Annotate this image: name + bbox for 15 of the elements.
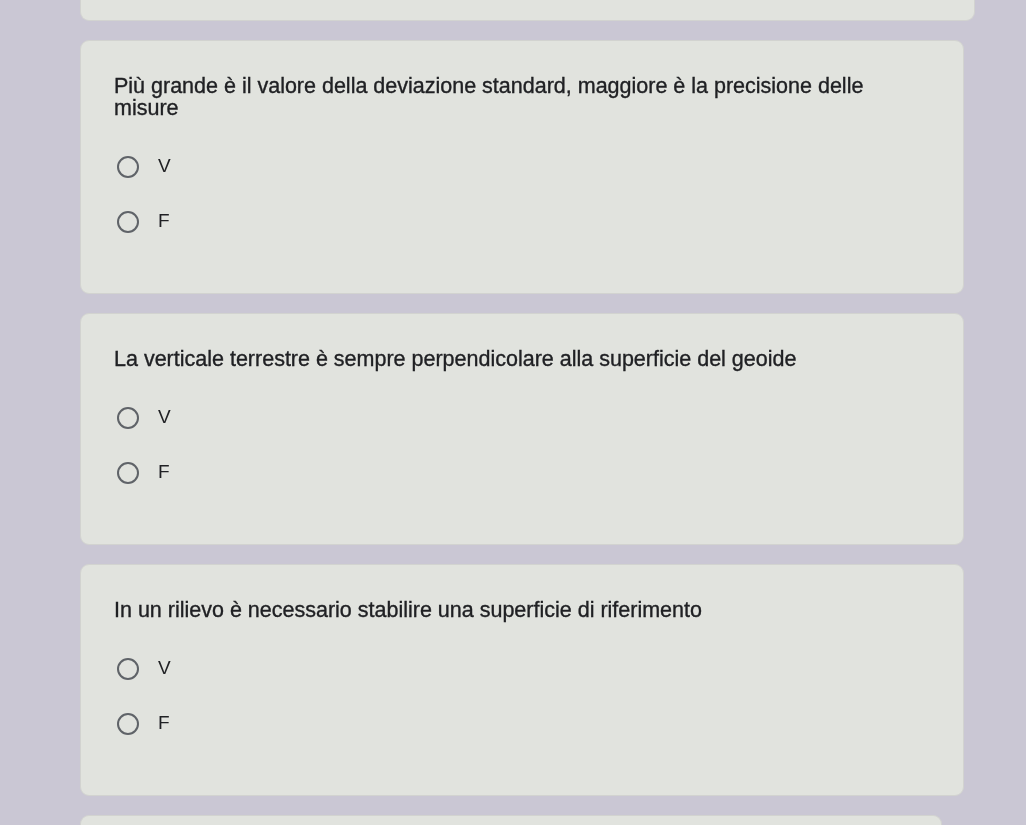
radio-button[interactable]	[117, 155, 139, 178]
question-text: La verticale terrestre è sempre perpendicolare alla superficie del geoide	[114, 348, 798, 370]
option-label[interactable]: F	[158, 207, 170, 236]
option-label[interactable]: V	[158, 654, 171, 683]
option-label[interactable]: F	[158, 458, 170, 487]
radio-button[interactable]	[117, 657, 139, 680]
option-label[interactable]: V	[158, 152, 171, 181]
question-text: In un rilievo è necessario stabilire una superficie di riferimento	[114, 599, 703, 621]
radio-button[interactable]	[117, 406, 139, 429]
question-text: Più grande è il valore della deviazione standard, maggiore è la precisione delle misure	[114, 75, 865, 119]
option-label[interactable]: F	[158, 709, 170, 738]
radio-button[interactable]	[117, 210, 139, 233]
option-label[interactable]: V	[158, 403, 171, 432]
radio-button[interactable]	[117, 461, 139, 484]
radio-button[interactable]	[117, 712, 139, 735]
